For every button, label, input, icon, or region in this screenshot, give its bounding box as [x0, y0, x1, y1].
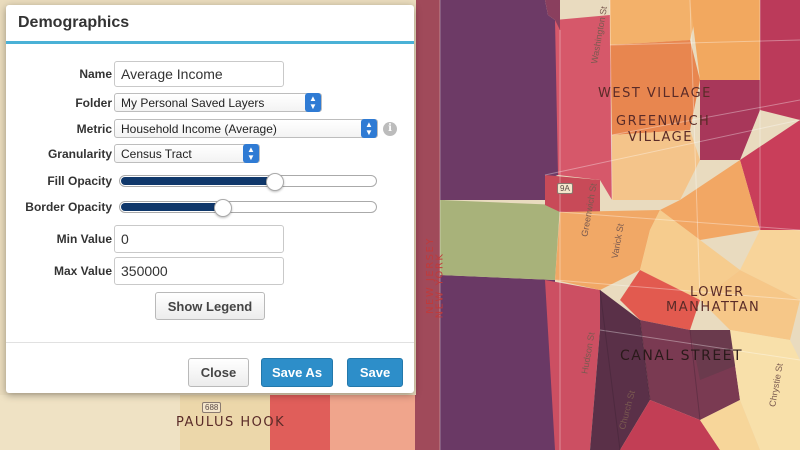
folder-label: Folder: [75, 95, 112, 110]
save-button[interactable]: Save: [347, 358, 403, 387]
max-value-row: Max Value 350000: [6, 257, 414, 285]
metric-select-value: Household Income (Average): [121, 121, 277, 136]
close-button[interactable]: Close: [188, 358, 249, 387]
name-label: Name: [79, 67, 112, 81]
granularity-row: Granularity Census Tract ▲ ▼: [6, 144, 414, 163]
fill-opacity-slider-handle[interactable]: [266, 173, 284, 191]
demographics-dialog: Demographics Name Average Income Folder …: [6, 5, 414, 393]
max-value-label: Max Value: [53, 264, 112, 278]
neighborhood-label-village: VILLAGE: [628, 130, 693, 145]
granularity-select-value: Census Tract: [121, 146, 192, 161]
save-as-button[interactable]: Save As: [261, 358, 333, 387]
info-icon[interactable]: i: [383, 121, 397, 136]
metric-label: Metric: [76, 121, 112, 136]
route-shield-688: 688: [202, 402, 222, 413]
granularity-select[interactable]: Census Tract ▲ ▼: [114, 144, 260, 163]
fill-opacity-row: Fill Opacity: [6, 173, 414, 191]
folder-row: Folder My Personal Saved Layers ▲ ▼: [6, 93, 414, 112]
granularity-label: Granularity: [47, 146, 112, 161]
chevron-updown-icon: ▲ ▼: [243, 144, 259, 163]
neighborhood-label-canal-street: CANAL STREET: [620, 348, 744, 364]
route-shield-9a: 9A: [557, 183, 573, 194]
show-legend-button[interactable]: Show Legend: [155, 292, 265, 320]
dialog-title: Demographics: [18, 14, 130, 31]
dialog-header: Demographics: [6, 5, 414, 44]
min-value-label: Min Value: [56, 232, 112, 246]
border-opacity-slider-handle[interactable]: [214, 199, 232, 217]
chevron-updown-icon: ▲ ▼: [361, 119, 377, 138]
min-value-row: Min Value 0: [6, 225, 414, 253]
dialog-footer: Close Save As Save: [6, 342, 414, 393]
neighborhood-label-lower: LOWER: [690, 285, 745, 300]
folder-select-value: My Personal Saved Layers: [121, 95, 265, 110]
neighborhood-label-west-village: WEST VILLAGE: [598, 86, 712, 101]
neighborhood-label-greenwich: GREENWICH: [616, 114, 711, 129]
max-value-input[interactable]: 350000: [114, 257, 284, 285]
name-row: Name Average Income: [6, 61, 414, 87]
metric-row: Metric Household Income (Average) ▲ ▼ i: [6, 119, 414, 138]
neighborhood-label-manhattan: MANHATTAN: [666, 300, 761, 315]
name-input[interactable]: Average Income: [114, 61, 284, 87]
fill-opacity-slider[interactable]: [119, 173, 377, 191]
fill-opacity-label: Fill Opacity: [47, 174, 112, 188]
metric-select[interactable]: Household Income (Average) ▲ ▼: [114, 119, 378, 138]
border-opacity-slider[interactable]: [119, 199, 377, 217]
state-label-new-york: NEW YORK: [434, 252, 446, 319]
neighborhood-label-paulus-hook: PAULUS HOOK: [176, 415, 286, 430]
border-opacity-row: Border Opacity: [6, 199, 414, 217]
border-opacity-label: Border Opacity: [25, 200, 112, 214]
chevron-updown-icon: ▲ ▼: [305, 93, 321, 112]
min-value-input[interactable]: 0: [114, 225, 284, 253]
folder-select[interactable]: My Personal Saved Layers ▲ ▼: [114, 93, 322, 112]
border-opacity-slider-fill: [121, 203, 221, 211]
fill-opacity-slider-fill: [121, 177, 273, 185]
